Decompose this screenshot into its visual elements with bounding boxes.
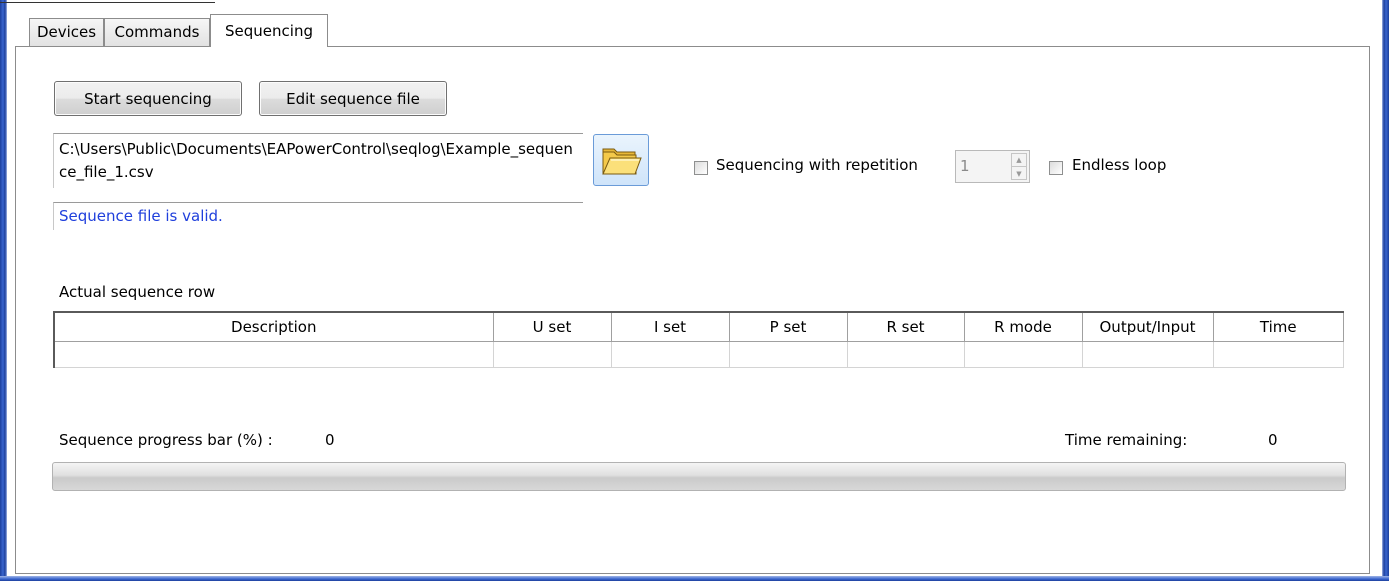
endless-loop-checkbox[interactable] (1049, 161, 1063, 175)
tab-devices[interactable]: Devices (29, 18, 104, 46)
top-edge-line (0, 0, 215, 4)
sequence-row-table: Description U set I set P set R set R mo… (53, 311, 1344, 368)
file-validation-status: Sequence file is valid. (53, 202, 583, 230)
spinner-arrows: ▲ ▼ (1011, 153, 1027, 180)
repetition-label: Sequencing with repetition (716, 156, 918, 174)
start-sequencing-button[interactable]: Start sequencing (54, 81, 242, 116)
table-row (54, 341, 1344, 368)
cell-u-set (493, 341, 612, 368)
cell-r-mode (964, 341, 1083, 368)
window-border-left (0, 0, 7, 581)
window-border-right (1382, 0, 1389, 581)
cell-r-set (847, 341, 965, 368)
sequence-progress-bar (52, 462, 1346, 491)
browse-file-button[interactable] (593, 134, 649, 186)
cell-description (54, 341, 494, 368)
cell-output-input (1082, 341, 1214, 368)
repetition-count-spinner[interactable]: 1 ▲ ▼ (955, 150, 1030, 183)
cell-p-set (729, 341, 848, 368)
endless-loop-label: Endless loop (1072, 156, 1167, 174)
repetition-count-value: 1 (960, 157, 970, 175)
sequence-file-path-field[interactable]: C:\Users\Public\Documents\EAPowerControl… (53, 133, 583, 188)
spinner-down-icon[interactable]: ▼ (1012, 167, 1026, 180)
actual-sequence-row-title: Actual sequence row (59, 283, 216, 301)
repetition-checkbox[interactable] (694, 161, 708, 175)
spinner-up-icon[interactable]: ▲ (1012, 154, 1026, 167)
column-header-u-set: U set (493, 312, 612, 342)
column-header-r-set: R set (847, 312, 965, 342)
tab-commands[interactable]: Commands (104, 18, 210, 46)
cell-i-set (611, 341, 730, 368)
time-remaining-value: 0 (1268, 431, 1278, 449)
tab-sequencing[interactable]: Sequencing (210, 14, 328, 47)
window-border-bottom (0, 576, 1389, 581)
table-header-row: Description U set I set P set R set R mo… (54, 312, 1344, 342)
column-header-p-set: P set (729, 312, 848, 342)
progress-label: Sequence progress bar (%) : (59, 431, 273, 449)
column-header-time: Time (1213, 312, 1344, 342)
column-header-i-set: I set (611, 312, 730, 342)
progress-value: 0 (325, 431, 335, 449)
edit-sequence-file-button[interactable]: Edit sequence file (259, 81, 447, 116)
column-header-description: Description (54, 312, 494, 342)
time-remaining-label: Time remaining: (1065, 431, 1188, 449)
cell-time (1213, 341, 1344, 368)
sequencing-panel (15, 46, 1370, 574)
column-header-r-mode: R mode (964, 312, 1083, 342)
folder-open-icon (602, 148, 642, 175)
column-header-output-input: Output/Input (1082, 312, 1214, 342)
